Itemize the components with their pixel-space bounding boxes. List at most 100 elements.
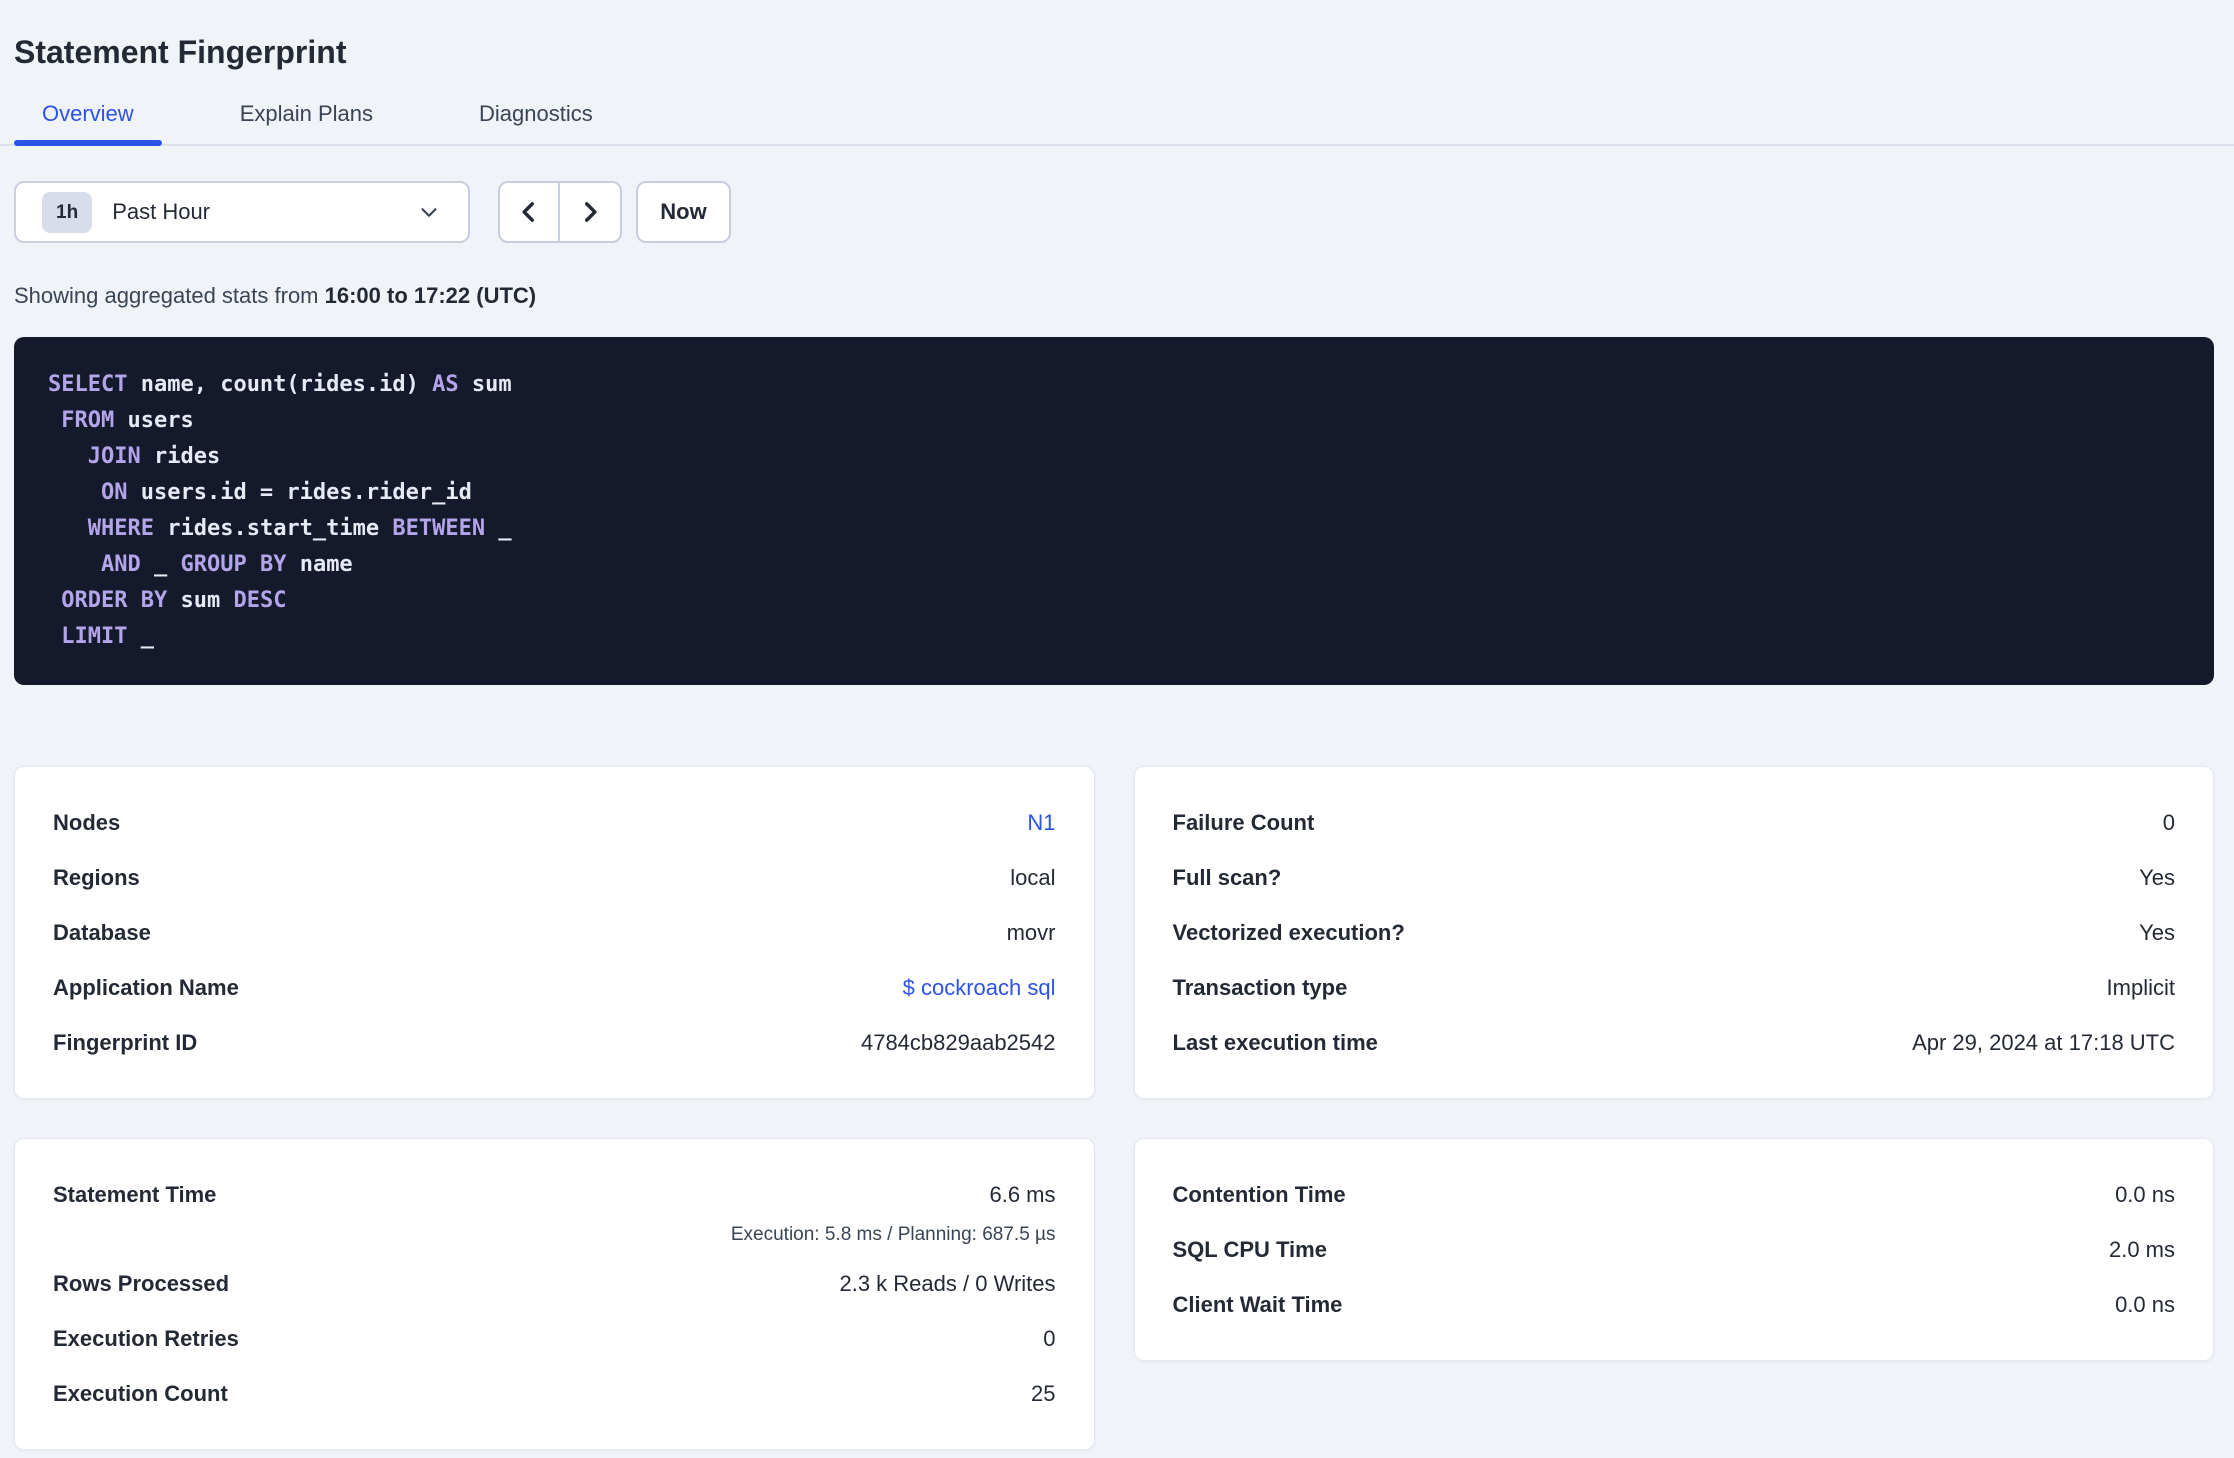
card-row: Rows Processed 2.3 k Reads / 0 Writes xyxy=(53,1256,1056,1311)
row-value: 6.6 ms xyxy=(989,1182,1056,1207)
now-button[interactable]: Now xyxy=(636,181,731,243)
row-label: Fingerprint ID xyxy=(53,1029,198,1055)
row-label: Vectorized execution? xyxy=(1172,919,1405,945)
statement-fingerprint-page: Statement Fingerprint Overview Explain Pl… xyxy=(0,0,2234,1450)
chevron-left-icon xyxy=(522,202,534,222)
row-label: Client Wait Time xyxy=(1172,1291,1343,1317)
row-value-wrap: $ cockroach sql xyxy=(903,975,1056,1001)
row-label: Full scan? xyxy=(1172,864,1282,890)
row-value: 25 xyxy=(1031,1380,1056,1406)
sql-line: ON users.id = rides.rider_id xyxy=(100,480,472,505)
row-label: Rows Processed xyxy=(53,1270,230,1296)
card-row: Vectorized execution? Yes xyxy=(1173,905,2176,960)
row-value: 0.0 ns xyxy=(2115,1291,2175,1317)
row-value: Yes xyxy=(2139,864,2175,890)
row-value-link[interactable]: $ cockroach sql xyxy=(903,975,1056,1001)
row-value: Apr 29, 2024 at 17:18 UTC xyxy=(1912,1029,2175,1055)
row-label: Nodes xyxy=(53,809,121,835)
tab-explain-plans[interactable]: Explain Plans xyxy=(212,100,401,144)
sql-line: WHERE rides.start_time BETWEEN _ xyxy=(87,516,512,541)
card-row: Execution Count 25 xyxy=(53,1366,1056,1421)
row-label: Transaction type xyxy=(1172,974,1348,1000)
row-value: Yes xyxy=(2139,919,2175,945)
time-interval-arrows xyxy=(498,181,622,243)
row-label: Regions xyxy=(53,864,140,890)
row-value-wrap: Yes xyxy=(2139,920,2175,946)
statement-details-card: Nodes N1 Regions local Database movr Applicati… xyxy=(14,766,1095,1099)
row-value: movr xyxy=(1006,919,1056,945)
card-row: Failure Count 0 xyxy=(1173,795,2176,850)
sql-line: LIMIT _ xyxy=(61,624,154,649)
row-value-wrap: movr xyxy=(1007,920,1056,946)
row-value-wrap: 0 xyxy=(1043,1326,1055,1352)
card-row: Transaction type Implicit xyxy=(1173,960,2176,1015)
row-label: SQL CPU Time xyxy=(1172,1236,1327,1262)
prev-interval-button[interactable] xyxy=(500,183,560,241)
row-value: Implicit xyxy=(2106,974,2175,1000)
row-value-wrap: 2.0 ms xyxy=(2109,1237,2175,1263)
card-row: SQL CPU Time 2.0 ms xyxy=(1173,1222,2176,1277)
row-value: 0 xyxy=(2162,809,2175,835)
row-value-wrap: 4784cb829aab2542 xyxy=(861,1030,1056,1056)
sql-line: ORDER BY sum DESC xyxy=(61,588,287,613)
sql-statement: SELECT name, count(rides.id) AS sum FROM… xyxy=(48,367,2180,655)
tab-diagnostics[interactable]: Diagnostics xyxy=(451,100,621,144)
chevron-down-icon xyxy=(421,208,437,217)
card-row: Nodes N1 xyxy=(53,795,1056,850)
row-value: 0 xyxy=(1043,1325,1056,1351)
row-value-wrap: N1 xyxy=(1027,810,1055,836)
time-toolbar: 1h Past Hour Now xyxy=(14,181,2214,243)
row-value-wrap: 6.6 ms Execution: 5.8 ms / Planning: 687.… xyxy=(731,1167,1056,1256)
time-interval-dropdown[interactable]: 1h Past Hour xyxy=(14,181,470,243)
row-label: Application Name xyxy=(53,974,239,1000)
card-row: Database movr xyxy=(53,905,1056,960)
row-value: local xyxy=(1010,864,1056,890)
stats-line-range: 16:00 to 17:22 (UTC) xyxy=(324,283,537,308)
row-value-wrap: 0.0 ns xyxy=(2115,1182,2175,1208)
row-value: 4784cb829aab2542 xyxy=(860,1029,1056,1055)
row-value-wrap: Yes xyxy=(2139,865,2175,891)
row-label: Database xyxy=(53,919,151,945)
row-label: Contention Time xyxy=(1172,1181,1346,1207)
row-label: Statement Time xyxy=(53,1182,217,1207)
row-value: 2.3 k Reads / 0 Writes xyxy=(839,1270,1056,1296)
card-row: Regions local xyxy=(53,850,1056,905)
card-row: Last execution time Apr 29, 2024 at 17:18… xyxy=(1173,1015,2176,1070)
card-row: Statement Time 6.6 ms Execution: 5.8 ms / … xyxy=(53,1167,1056,1256)
page-title: Statement Fingerprint xyxy=(14,34,347,70)
card-row: Fingerprint ID 4784cb829aab2542 xyxy=(53,1015,1056,1070)
statement-timing-card: Statement Time 6.6 ms Execution: 5.8 ms / … xyxy=(14,1138,1095,1450)
time-interval-badge: 1h xyxy=(42,191,93,233)
sql-line: JOIN rides xyxy=(87,444,221,469)
card-row: Application Name $ cockroach sql xyxy=(53,960,1056,1015)
row-label: Failure Count xyxy=(1172,809,1315,835)
row-value-wrap: 0 xyxy=(2163,810,2175,836)
row-value-wrap: 25 xyxy=(1031,1381,1055,1407)
card-row: Full scan? Yes xyxy=(1173,850,2176,905)
wait-time-card: Contention Time 0.0 ns SQL CPU Time 2.0 ms C… xyxy=(1133,1138,2214,1361)
row-label: Last execution time xyxy=(1172,1029,1378,1055)
next-interval-button[interactable] xyxy=(560,183,620,241)
card-row: Contention Time 0.0 ns xyxy=(1173,1167,2176,1222)
row-value-wrap: Apr 29, 2024 at 17:18 UTC xyxy=(1912,1030,2175,1056)
row-subvalue: Execution: 5.8 ms / Planning: 687.5 µs xyxy=(730,1224,1056,1245)
sql-line: SELECT name, count(rides.id) AS sum xyxy=(48,372,512,397)
sql-statement-box: SELECT name, count(rides.id) AS sum FROM… xyxy=(14,337,2214,685)
card-row: Execution Retries 0 xyxy=(53,1311,1056,1366)
tab-bar: Overview Explain Plans Diagnostics xyxy=(0,86,2234,146)
time-interval-label: Past Hour xyxy=(112,199,211,224)
sql-line: AND _ GROUP BY name xyxy=(100,552,353,577)
aggregated-stats-line: Showing aggregated stats from 16:00 to 1… xyxy=(14,283,2214,309)
row-value-wrap: Implicit xyxy=(2107,975,2175,1001)
row-value: 2.0 ms xyxy=(2108,1236,2175,1262)
chevron-right-icon xyxy=(585,202,597,222)
card-row: Client Wait Time 0.0 ns xyxy=(1173,1277,2176,1332)
row-value-link[interactable]: N1 xyxy=(1027,810,1055,836)
row-label: Execution Count xyxy=(53,1380,228,1406)
execution-attributes-card: Failure Count 0 Full scan? Yes Vectorized ex… xyxy=(1133,766,2214,1099)
stats-line-prefix: Showing aggregated stats from xyxy=(14,283,325,308)
row-value: 0.0 ns xyxy=(2115,1181,2175,1207)
tab-overview[interactable]: Overview xyxy=(14,100,162,146)
row-label: Execution Retries xyxy=(53,1325,239,1351)
summary-cards: Nodes N1 Regions local Database movr Applicati… xyxy=(14,766,2214,1450)
